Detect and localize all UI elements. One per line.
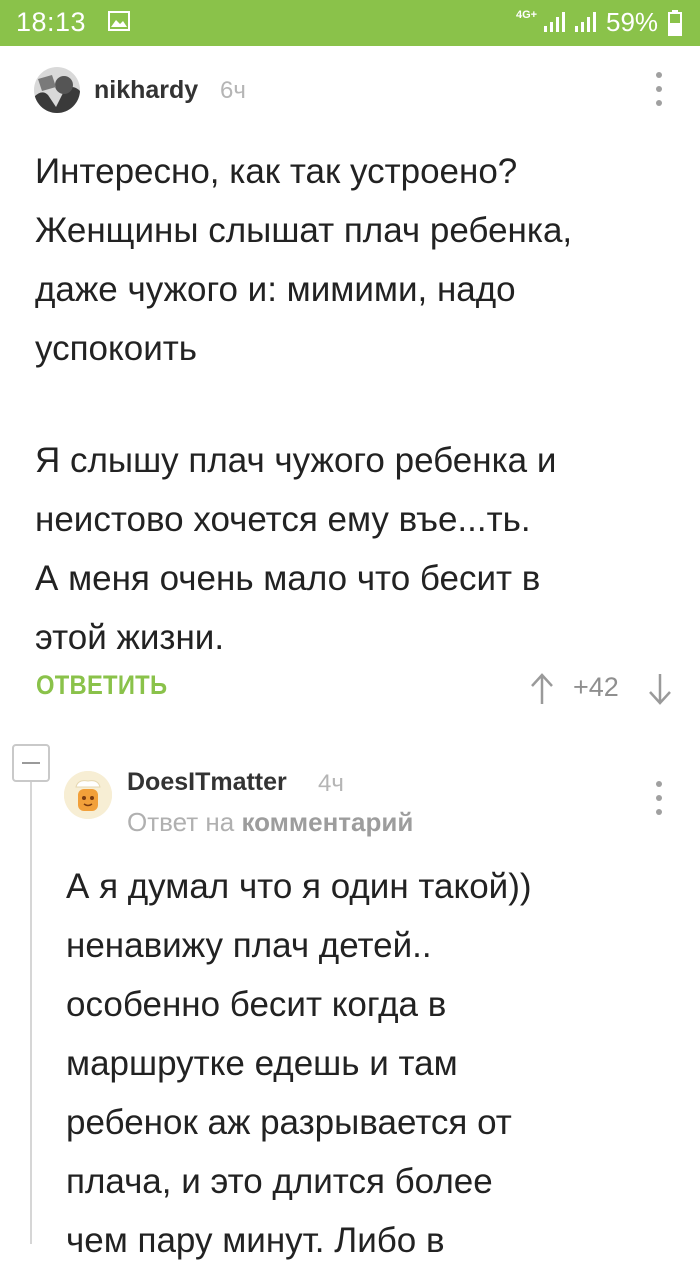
collapse-icon[interactable] <box>12 744 50 782</box>
network-type: 4G+ <box>516 9 538 21</box>
more-vertical-icon[interactable] <box>649 781 669 815</box>
signal-icon <box>575 12 596 32</box>
comment-time: 4ч <box>318 770 344 797</box>
status-time: 18:13 <box>16 7 87 37</box>
reply-to-target[interactable]: комментарий <box>241 807 413 837</box>
avatar[interactable] <box>64 771 112 819</box>
comment-author[interactable]: DoesITmatter <box>127 768 287 797</box>
comment-author[interactable]: nikhardy <box>94 76 198 105</box>
reply-to-link[interactable]: Ответ на комментарий <box>127 807 413 838</box>
arrow-up-icon[interactable] <box>530 672 554 706</box>
comment-time: 6ч <box>220 77 246 104</box>
avatar[interactable] <box>34 67 80 113</box>
thread-line[interactable] <box>30 782 32 1244</box>
battery-level: 59% <box>606 7 659 37</box>
comment-text: А я думал что я один такой)) ненавижу пл… <box>66 867 532 1260</box>
more-vertical-icon[interactable] <box>649 72 669 106</box>
reply-button[interactable]: ОТВЕТИТЬ <box>36 670 167 701</box>
battery-icon <box>668 10 682 36</box>
signal-icon <box>544 12 565 32</box>
arrow-down-icon[interactable] <box>648 672 672 706</box>
comment-text: Интересно, как так устроено? Женщины слы… <box>35 152 573 368</box>
rating-count: +42 <box>573 672 619 702</box>
comment-text: Я слышу плач чужого ребенка и неистово х… <box>35 441 557 657</box>
reply-to-prefix: Ответ на <box>127 807 235 837</box>
gallery-icon <box>108 11 130 31</box>
status-bar: 18:13 4G+ 59% <box>0 0 700 46</box>
